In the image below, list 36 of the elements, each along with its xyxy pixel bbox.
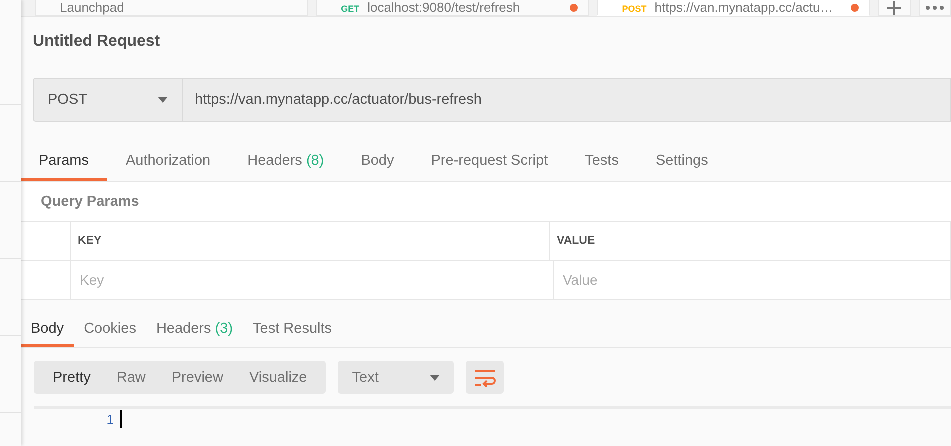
wrap-icon: [474, 368, 496, 386]
format-dropdown[interactable]: Text: [338, 360, 454, 394]
tab[interactable]: Body: [343, 144, 412, 182]
tab[interactable]: Headers (8): [230, 144, 342, 182]
new-tab-button[interactable]: [878, 0, 911, 16]
text-cursor: [120, 410, 122, 428]
more-button[interactable]: [918, 0, 951, 16]
tab[interactable]: Pre-request Script: [413, 144, 566, 182]
plus-icon: [887, 0, 902, 15]
view-mode-button[interactable]: Visualize: [236, 360, 320, 394]
tab[interactable]: Test Results: [243, 314, 342, 347]
request-tab[interactable]: POST https://van.mynatapp.cc/actu…: [597, 0, 870, 16]
tab[interactable]: Settings: [638, 144, 726, 182]
request-tab[interactable]: GET localhost:9080/test/refresh: [316, 0, 590, 16]
view-mode-button[interactable]: Pretty: [40, 360, 104, 394]
tab[interactable]: Tests: [567, 144, 637, 182]
unsaved-dot: [570, 4, 578, 12]
line-number: 1: [106, 412, 115, 427]
request-title: Untitled Request: [32, 32, 162, 52]
more-icon: [926, 6, 944, 10]
view-mode-button[interactable]: Raw: [104, 360, 159, 394]
method-label: GET: [341, 4, 360, 14]
request-tab[interactable]: Launchpad: [35, 0, 308, 16]
caret-icon: [158, 96, 168, 103]
wrap-lines-button[interactable]: [466, 360, 504, 394]
tab[interactable]: Cookies: [74, 314, 146, 347]
unsaved-dot: [851, 4, 860, 12]
tab[interactable]: Headers (3): [146, 314, 244, 347]
section-title: Query Params: [21, 182, 951, 221]
url-field[interactable]: https://van.mynatapp.cc/actuator/bus-refresh: [183, 78, 951, 122]
caret-icon: [430, 374, 440, 380]
tab[interactable]: Authorization: [108, 144, 229, 182]
tab[interactable]: Body: [21, 314, 74, 347]
view-mode-button[interactable]: Preview: [158, 360, 236, 394]
method-label: POST: [622, 4, 647, 14]
method-dropdown[interactable]: POST: [33, 78, 183, 122]
